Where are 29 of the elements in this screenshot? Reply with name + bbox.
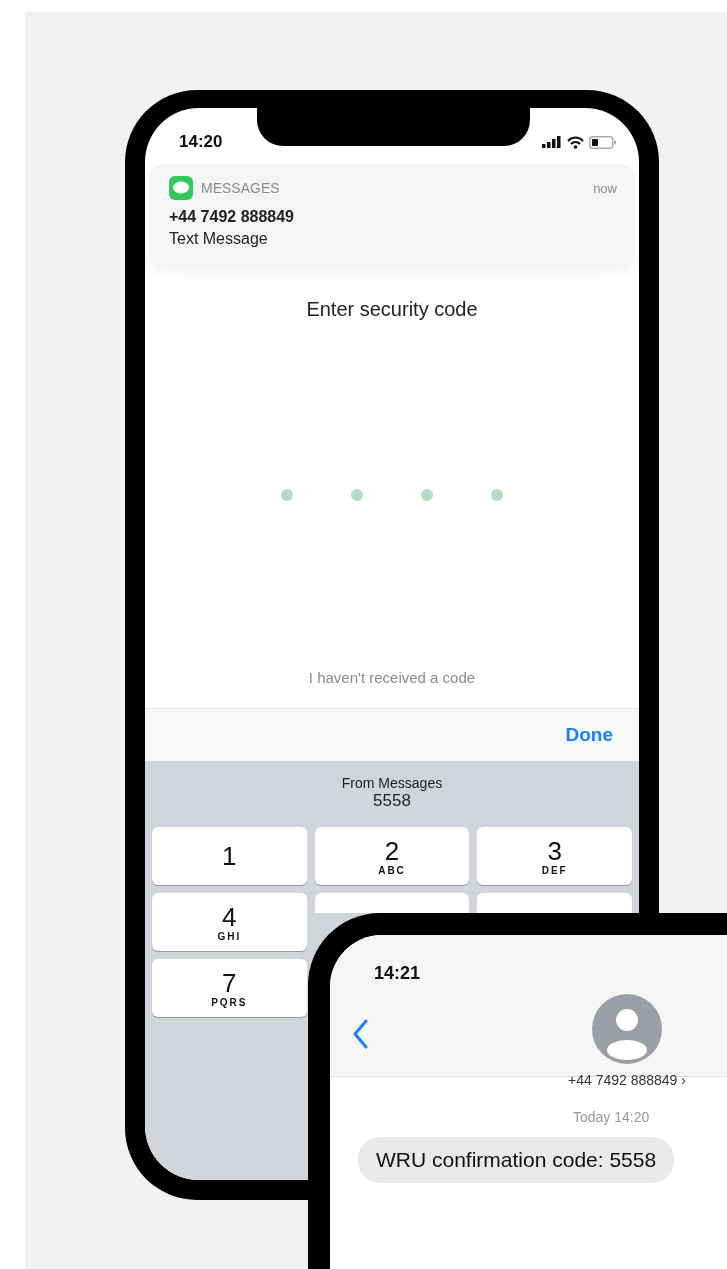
code-suggestion[interactable]: From Messages 5558: [341, 775, 443, 811]
notification-time: now: [593, 180, 617, 196]
battery-icon: [589, 135, 617, 149]
keypad-key[interactable]: 7 PQRS: [152, 959, 307, 1017]
notification-sender: +44 7492 888849: [169, 208, 295, 226]
code-dot: [421, 489, 433, 501]
message-timestamp: Today 14:20: [573, 1109, 650, 1125]
done-button[interactable]: Done: [563, 720, 615, 750]
avatar-icon[interactable]: [591, 994, 662, 1064]
message-bubble: WRU confirmation code: 5558: [358, 1137, 675, 1183]
notification-card[interactable]: MESSAGES now +44 7492 888849 Text Message: [149, 164, 635, 264]
code-dot: [491, 489, 503, 501]
wifi-icon: [567, 135, 584, 149]
back-icon[interactable]: [352, 1019, 368, 1049]
notification-body: Text Message: [169, 230, 269, 248]
signal-icon: [542, 136, 562, 148]
keypad-key[interactable]: 3 DEF: [477, 827, 632, 885]
keypad-key[interactable]: 4 GHI: [152, 893, 307, 951]
keypad-key[interactable]: 1: [152, 827, 307, 885]
prompt-title: Enter security code: [305, 298, 479, 321]
keypad-key[interactable]: 2 ABC: [314, 827, 470, 885]
app-name: MESSAGES: [201, 180, 281, 196]
status-time: 14:20: [179, 132, 223, 152]
code-dot: [351, 489, 363, 501]
contact-number[interactable]: +44 7492 888849 ›: [568, 1072, 686, 1088]
messages-app-icon: [169, 176, 193, 200]
code-dot: [281, 489, 293, 501]
resend-code-link[interactable]: I haven't received a code: [308, 669, 476, 686]
status-time: 14:21: [374, 963, 422, 984]
